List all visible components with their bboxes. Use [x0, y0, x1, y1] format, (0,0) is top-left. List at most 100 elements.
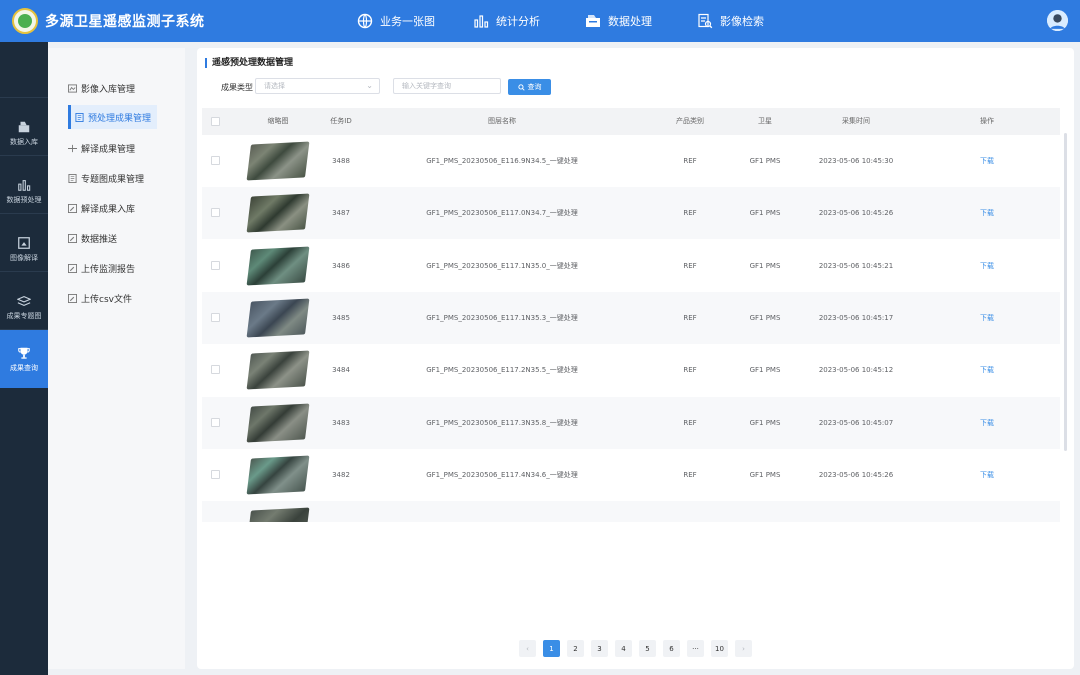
- select-all-checkbox[interactable]: [211, 117, 220, 126]
- row-checkbox[interactable]: [211, 156, 220, 165]
- subnav-item-label: 预处理成果管理: [88, 113, 152, 124]
- sidebar-item-label: 数据预处理: [6, 195, 42, 204]
- topnav-statistics[interactable]: 统计分析: [473, 0, 540, 42]
- result-type-select[interactable]: 请选择 ⌄: [255, 78, 380, 94]
- sidebar-item-data-ingest[interactable]: 数据入库: [0, 105, 48, 161]
- column-header: 卫星: [758, 117, 772, 125]
- table-row: 3488 GF1_PMS_20230506_E116.9N34.5_一键处理 R…: [202, 135, 1060, 187]
- sidebar-item-result-query[interactable]: 成果查询: [0, 330, 48, 388]
- next-page-button[interactable]: ›: [735, 640, 752, 657]
- keyword-search-input[interactable]: 输入关键字查询: [393, 78, 501, 94]
- topnav-image-search[interactable]: 影像检索: [697, 0, 764, 42]
- table-row-partial: [202, 501, 1060, 522]
- page-button[interactable]: 6: [663, 640, 680, 657]
- product-category: REF: [683, 366, 697, 374]
- map-layers-icon: [17, 295, 31, 306]
- table-row: 3482 GF1_PMS_20230506_E117.4N34.6_一键处理 R…: [202, 449, 1060, 501]
- image-frame-icon: [18, 236, 30, 249]
- download-link[interactable]: 下载: [980, 292, 994, 344]
- row-checkbox[interactable]: [211, 208, 220, 217]
- column-header: 产品类别: [676, 117, 704, 125]
- thumbnail-image: [246, 507, 310, 522]
- download-link[interactable]: 下载: [980, 449, 994, 501]
- subnav-item-preprocess-results[interactable]: 预处理成果管理: [68, 105, 158, 129]
- subnav-item-interpret-ingest[interactable]: 解译成果入库: [68, 196, 135, 220]
- subnav-item-label: 影像入库管理: [81, 84, 136, 95]
- table-header: 缩略图 任务ID 图层名称 产品类别 卫星 采集时间 操作: [202, 108, 1060, 135]
- subnav-item-interpret-results[interactable]: 解译成果管理: [68, 136, 135, 160]
- row-checkbox[interactable]: [211, 261, 220, 270]
- row-checkbox[interactable]: [211, 365, 220, 374]
- table-scrollbar[interactable]: [1064, 133, 1067, 451]
- layer-name: GF1_PMS_20230506_E117.2N35.5_一键处理: [426, 366, 578, 374]
- page-ellipsis[interactable]: ···: [687, 640, 704, 657]
- task-id: 3482: [332, 471, 350, 479]
- page-button[interactable]: 10: [711, 640, 728, 657]
- document-icon: [75, 112, 84, 122]
- query-button[interactable]: 查询: [508, 79, 551, 95]
- satellite: GF1 PMS: [749, 471, 781, 479]
- table-row: 3485 GF1_PMS_20230506_E117.1N35.3_一键处理 R…: [202, 292, 1060, 344]
- table-row: 3483 GF1_PMS_20230506_E117.3N35.8_一键处理 R…: [202, 397, 1060, 449]
- document-icon: [68, 173, 77, 183]
- capture-time: 2023-05-06 10:45:12: [818, 366, 894, 374]
- topnav-business-map[interactable]: 业务一张图: [357, 0, 435, 42]
- task-id: 3488: [332, 157, 350, 165]
- user-avatar-icon[interactable]: [1047, 10, 1068, 31]
- capture-time: 2023-05-06 10:45:17: [818, 314, 894, 322]
- subnav-item-upload-report[interactable]: 上传监测报告: [68, 256, 135, 280]
- product-category: REF: [683, 209, 697, 217]
- database-icon: [18, 121, 30, 132]
- download-link[interactable]: 下载: [980, 187, 994, 239]
- page-button[interactable]: 2: [567, 640, 584, 657]
- topnav-data-process[interactable]: 数据处理: [585, 0, 652, 42]
- subnav-item-label: 数据推送: [81, 234, 118, 245]
- row-checkbox[interactable]: [211, 470, 220, 479]
- subnav-item-label: 上传csv文件: [81, 294, 132, 305]
- thumbnail-image: [246, 193, 310, 233]
- chevron-down-icon: ⌄: [366, 81, 373, 90]
- top-header: 多源卫星遥感监测子系统 业务一张图 统计分析 数据处理 影像检索: [0, 0, 1080, 42]
- capture-time: 2023-05-06 10:45:07: [818, 419, 894, 427]
- search-placeholder: 输入关键字查询: [402, 82, 451, 90]
- layer-name: GF1_PMS_20230506_E117.0N34.7_一键处理: [426, 209, 578, 217]
- task-id: 3483: [332, 419, 350, 427]
- topnav-label: 业务一张图: [380, 15, 435, 28]
- query-button-label: 查询: [527, 83, 542, 91]
- table-row: 3484 GF1_PMS_20230506_E117.2N35.5_一键处理 R…: [202, 344, 1060, 396]
- row-checkbox[interactable]: [211, 418, 220, 427]
- download-link[interactable]: 下载: [980, 240, 994, 292]
- search-icon: [517, 83, 525, 91]
- app-title: 多源卫星遥感监测子系统: [45, 14, 205, 30]
- page-button[interactable]: 4: [615, 640, 632, 657]
- subnav-item-upload-csv[interactable]: 上传csv文件: [68, 286, 132, 310]
- column-header: 采集时间: [842, 117, 870, 125]
- sidebar-item-thematic-map[interactable]: 成果专题图: [0, 279, 48, 335]
- topnav-label: 影像检索: [720, 15, 764, 28]
- product-category: REF: [683, 262, 697, 270]
- sidebar-item-image-interpret[interactable]: 图像解译: [0, 221, 48, 277]
- page-button[interactable]: 1: [543, 640, 560, 657]
- subnav-item-thematic-results[interactable]: 专题图成果管理: [68, 166, 144, 190]
- download-link[interactable]: 下载: [980, 397, 994, 449]
- app-logo: [12, 8, 38, 34]
- thumbnail-image: [246, 350, 310, 390]
- product-category: REF: [683, 419, 697, 427]
- row-checkbox[interactable]: [211, 313, 220, 322]
- download-link[interactable]: 下载: [980, 344, 994, 396]
- subnav-item-data-push[interactable]: 数据推送: [68, 226, 117, 250]
- page-button[interactable]: 5: [639, 640, 656, 657]
- subnav-item-image-ingest[interactable]: 影像入库管理: [68, 76, 135, 100]
- column-header: 缩略图: [267, 117, 289, 125]
- prev-page-button[interactable]: ‹: [519, 640, 536, 657]
- sidebar-item-label: 数据入库: [10, 137, 38, 146]
- sidebar-item-label: 图像解译: [10, 253, 38, 262]
- task-id: 3485: [332, 314, 350, 322]
- filter-label: 成果类型: [221, 83, 253, 92]
- page-button[interactable]: 3: [591, 640, 608, 657]
- download-link[interactable]: 下载: [980, 135, 994, 187]
- sidebar-item-preprocess[interactable]: 数据预处理: [0, 163, 48, 219]
- satellite: GF1 PMS: [749, 314, 781, 322]
- edit-icon: [68, 263, 77, 273]
- globe-icon: [357, 13, 373, 29]
